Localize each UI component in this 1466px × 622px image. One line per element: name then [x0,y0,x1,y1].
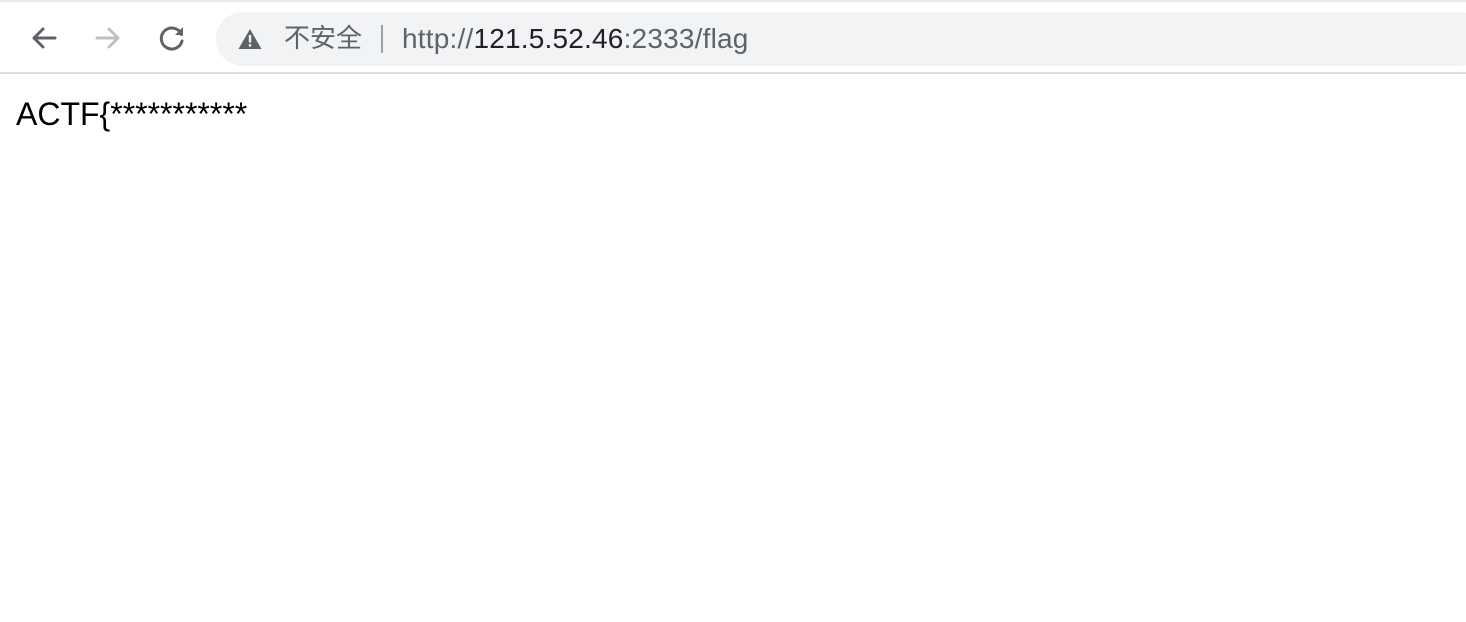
arrow-right-icon [95,27,120,49]
url-path: :2333/flag [623,23,749,54]
address-bar[interactable]: 不安全 http://121.5.52.46:2333/flag [216,12,1466,66]
warning-triangle-icon[interactable] [238,28,262,50]
url-text[interactable]: http://121.5.52.46:2333/flag [402,24,749,54]
reload-button[interactable] [152,18,192,58]
page-body-text: ACTF{*********** [16,96,248,132]
not-secure-label[interactable]: 不安全 [284,24,362,54]
omnibox-divider [381,25,383,53]
back-button[interactable] [24,18,64,58]
url-host: 121.5.52.46 [473,23,624,54]
arrow-left-icon [32,27,57,49]
forward-button[interactable] [88,18,128,58]
browser-toolbar: 不安全 http://121.5.52.46:2333/flag [0,0,1466,74]
reload-icon [159,26,184,51]
url-scheme: http:// [402,23,474,54]
